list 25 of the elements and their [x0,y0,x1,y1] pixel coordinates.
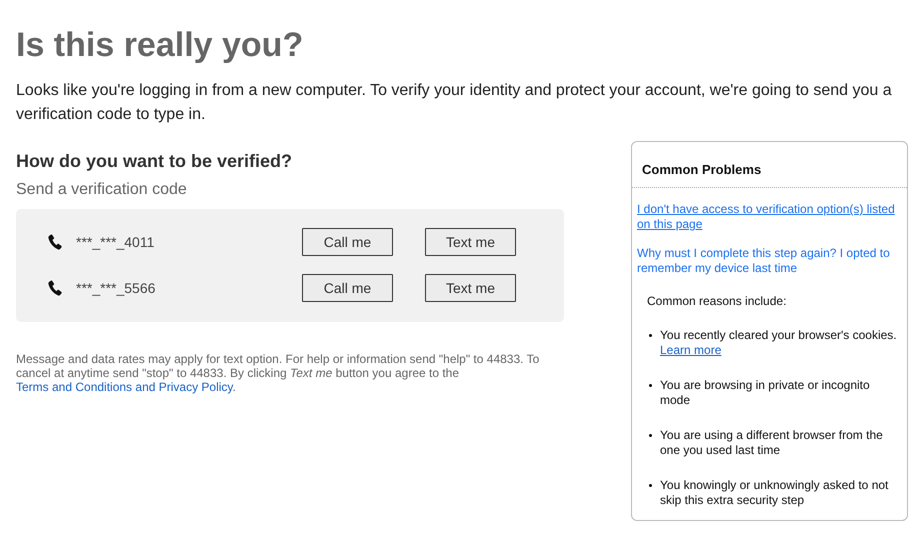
bullet-icon [649,434,652,437]
reasons-title: Common reasons include: [647,294,788,308]
reason-text: You knowingly or unknowingly asked to not skip this extra security step [660,478,890,508]
reason-text: You are browsing in private or incognito mode [660,378,871,408]
text-button[interactable]: Text me [425,274,516,302]
section-subheading: Send a verification code [16,181,188,199]
learn-more-link[interactable]: Learn more [660,343,722,357]
intro-text: Looks like you're logging in from a new computer. To verify your identity and protect your account, we're going to send you a verification code to type in. [16,81,893,125]
disclaimer-text: Message and data rates may apply for text option. For help or information send "help" to 44833. To cancel at anytime send "stop" to 44833. By clicking Text me button you agree to the Terms and Conditions and Privacy Policy. [16,352,540,394]
help-link[interactable]: Why must I complete this step again? I opted to remember my device last time [637,246,902,276]
call-button[interactable]: Call me [302,228,393,256]
call-button[interactable]: Call me [302,274,393,302]
text-button[interactable]: Text me [425,228,516,256]
panel-title: Common Problems [632,142,907,188]
reason-text: You are using a different browser from the one you used last time [660,428,884,458]
help-link[interactable]: I don't have access to verification option(s) listed on this page [637,202,902,232]
bullet-icon [649,484,652,487]
bullet-icon [649,384,652,387]
section-heading: How do you want to be verified? [16,151,294,172]
bullet-icon [649,334,652,337]
reason-text: You recently cleared your browser's cookies. Learn more [660,328,898,358]
page-title: Is this really you? [16,26,304,65]
phone-number: ***_***_4011 [76,234,156,250]
phone-number: ***_***_5566 [76,280,156,296]
terms-link[interactable]: Terms and Conditions and Privacy Policy [16,380,233,394]
